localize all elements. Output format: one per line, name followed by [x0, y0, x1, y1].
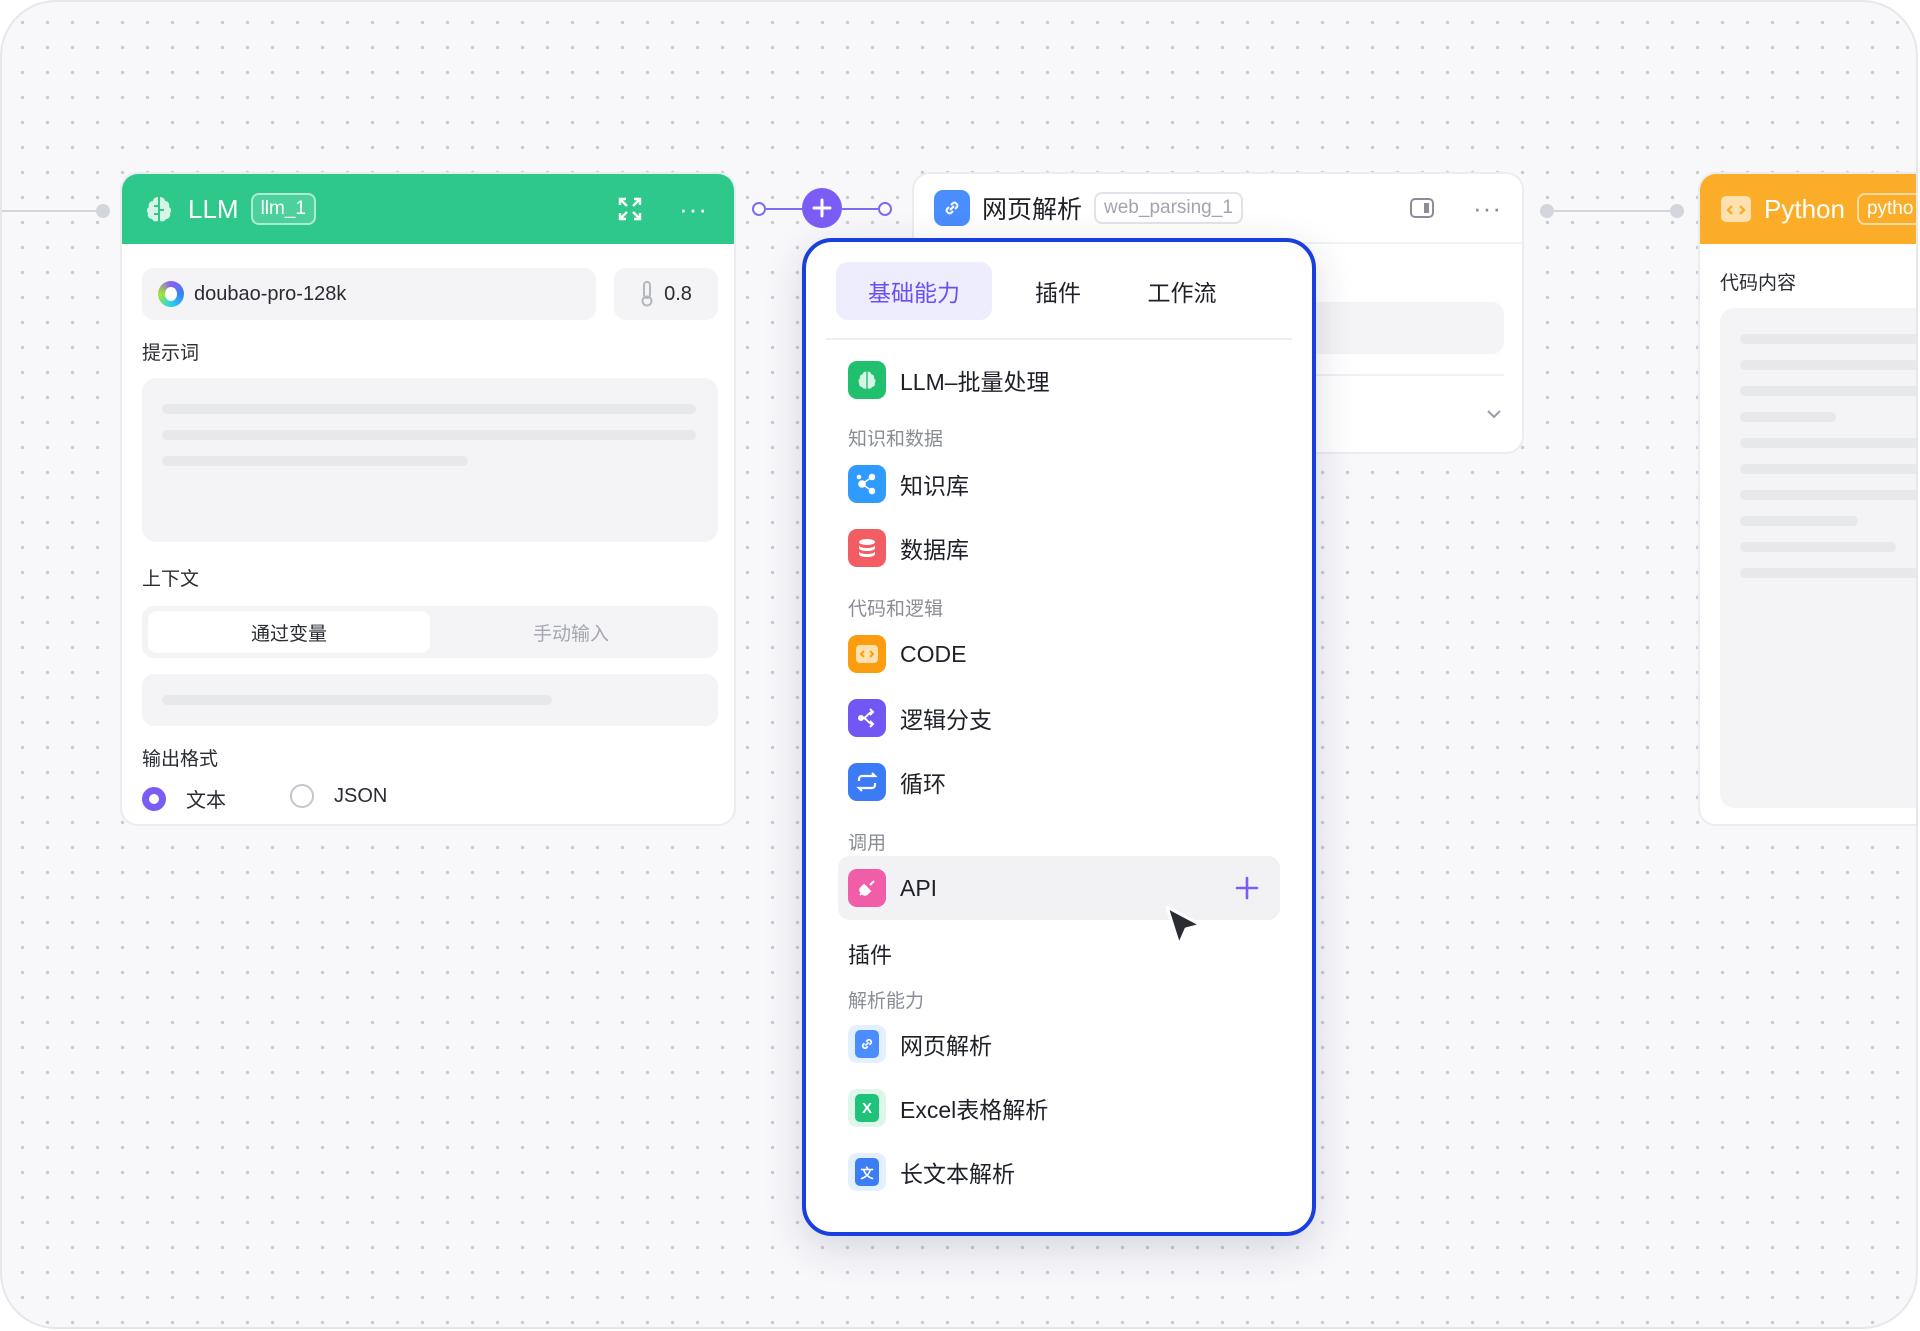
- loop-icon: [848, 763, 886, 801]
- radio-text-label: 文本: [186, 790, 226, 812]
- edge-port[interactable]: [752, 202, 766, 216]
- menu-item-excel-parsing[interactable]: X Excel表格解析: [838, 1076, 1280, 1140]
- tab-workflow[interactable]: 工作流: [1124, 262, 1240, 320]
- plus-icon[interactable]: [1234, 875, 1260, 901]
- radio-json[interactable]: JSON: [290, 784, 387, 808]
- node-tag: pytho: [1856, 193, 1916, 225]
- plugin-heading: 插件: [848, 943, 893, 968]
- radio-checked-icon: [142, 786, 166, 811]
- more-icon[interactable]: ···: [1473, 193, 1502, 224]
- edge-port[interactable]: [878, 202, 892, 216]
- add-node-button[interactable]: [802, 188, 842, 228]
- plus-icon: [811, 197, 833, 219]
- radio-text[interactable]: 文本: [142, 784, 226, 813]
- branch-icon: [848, 699, 886, 737]
- python-node-header[interactable]: Python pytho: [1700, 174, 1916, 244]
- llm-node-header[interactable]: LLM llm_1 ···: [122, 174, 734, 244]
- context-label: 上下文: [142, 569, 200, 590]
- thermometer-icon: [640, 281, 654, 307]
- text-doc-icon: 文: [848, 1153, 886, 1191]
- tab-basic[interactable]: 基础能力: [836, 262, 992, 320]
- edge-line: [1554, 210, 1672, 212]
- tab-plugins[interactable]: 插件: [992, 262, 1124, 320]
- workflow-canvas[interactable]: LLM llm_1 ··· doubao-pro-128k 0.8 提示词 上下…: [0, 0, 1918, 1329]
- add-node-menu: 基础能力 插件 工作流 LLM–批量处理 知识和数据 知识库 数据库 代码和逻辑: [802, 238, 1316, 1236]
- section-parsing: 解析能力: [848, 991, 925, 1012]
- menu-item-label: 循环: [900, 771, 946, 797]
- more-icon[interactable]: ···: [679, 194, 708, 225]
- code-icon: [848, 635, 886, 673]
- edge-line: [766, 208, 802, 210]
- mouse-cursor-icon: [1164, 904, 1206, 954]
- menu-item-code[interactable]: CODE: [838, 622, 1280, 686]
- menu-item-long-text-parsing[interactable]: 文 长文本解析: [838, 1140, 1280, 1204]
- model-name: doubao-pro-128k: [194, 282, 347, 305]
- node-title: 网页解析: [982, 196, 1083, 224]
- chevron-down-icon[interactable]: [1486, 406, 1502, 419]
- menu-item-loop[interactable]: 循环: [838, 750, 1280, 814]
- section-knowledge-data: 知识和数据: [848, 429, 944, 450]
- radio-unchecked-icon: [290, 784, 314, 808]
- prompt-editor[interactable]: [142, 378, 718, 542]
- edge-port[interactable]: [1670, 204, 1684, 218]
- menu-item-label: LLM–批量处理: [900, 369, 1050, 395]
- menu-item-database[interactable]: 数据库: [838, 516, 1280, 580]
- plug-icon: [848, 869, 886, 907]
- node-title: LLM: [188, 193, 239, 224]
- link-doc-icon: [848, 1025, 886, 1063]
- menu-item-label: 知识库: [900, 473, 969, 499]
- menu-item-logic-branch[interactable]: 逻辑分支: [838, 686, 1280, 750]
- edge-port[interactable]: [1540, 204, 1554, 218]
- menu-tabs: 基础能力 插件 工作流: [836, 262, 1282, 320]
- python-node[interactable]: Python pytho 代码内容: [1698, 172, 1916, 826]
- radio-json-label: JSON: [334, 784, 388, 807]
- code-editor[interactable]: [1720, 308, 1916, 808]
- llm-node[interactable]: LLM llm_1 ··· doubao-pro-128k 0.8 提示词 上下…: [120, 172, 736, 826]
- menu-item-label: API: [900, 874, 938, 901]
- node-tag: web_parsing_1: [1094, 192, 1243, 224]
- menu-item-label: 逻辑分支: [900, 707, 992, 733]
- menu-item-label: Excel表格解析: [900, 1097, 1049, 1123]
- expand-icon[interactable]: [617, 196, 643, 222]
- menu-item-llm-batch[interactable]: LLM–批量处理: [838, 348, 1280, 412]
- menu-item-knowledge-base[interactable]: 知识库: [838, 452, 1280, 516]
- doubao-logo-icon: [158, 281, 184, 307]
- temperature-button[interactable]: 0.8: [614, 268, 718, 320]
- brain-icon: [848, 361, 886, 399]
- node-tag: llm_1: [250, 193, 316, 225]
- tab-via-variable[interactable]: 通过变量: [148, 611, 430, 653]
- prompt-label: 提示词: [142, 343, 200, 364]
- section-invoke: 调用: [848, 833, 887, 854]
- output-format-label: 输出格式: [142, 749, 219, 770]
- panel-toggle-icon[interactable]: [1409, 197, 1435, 219]
- code-icon: [1720, 194, 1752, 224]
- edge-line: [842, 208, 878, 210]
- model-selector[interactable]: doubao-pro-128k: [142, 268, 596, 320]
- menu-item-label: 网页解析: [900, 1033, 992, 1059]
- section-code-logic: 代码和逻辑: [848, 599, 944, 620]
- edge-line: [2, 210, 98, 212]
- context-variable-field[interactable]: [142, 674, 718, 726]
- database-icon: [848, 529, 886, 567]
- menu-item-api[interactable]: API: [838, 856, 1280, 920]
- menu-item-web-parsing[interactable]: 网页解析: [838, 1012, 1280, 1076]
- code-content-label: 代码内容: [1720, 273, 1797, 294]
- excel-icon: X: [848, 1089, 886, 1127]
- tab-manual-input[interactable]: 手动输入: [430, 611, 712, 653]
- brain-icon: [142, 192, 176, 226]
- menu-item-label: 长文本解析: [900, 1161, 1015, 1187]
- edge-port[interactable]: [96, 204, 110, 218]
- context-segmented-control: 通过变量 手动输入: [142, 606, 718, 658]
- web-node-header[interactable]: 网页解析 web_parsing_1 ···: [914, 174, 1522, 244]
- share-nodes-icon: [848, 465, 886, 503]
- node-title: Python: [1764, 193, 1845, 224]
- link-doc-icon: [934, 190, 970, 226]
- menu-item-label: CODE: [900, 640, 967, 667]
- temperature-value: 0.8: [664, 282, 692, 305]
- menu-item-label: 数据库: [900, 537, 969, 563]
